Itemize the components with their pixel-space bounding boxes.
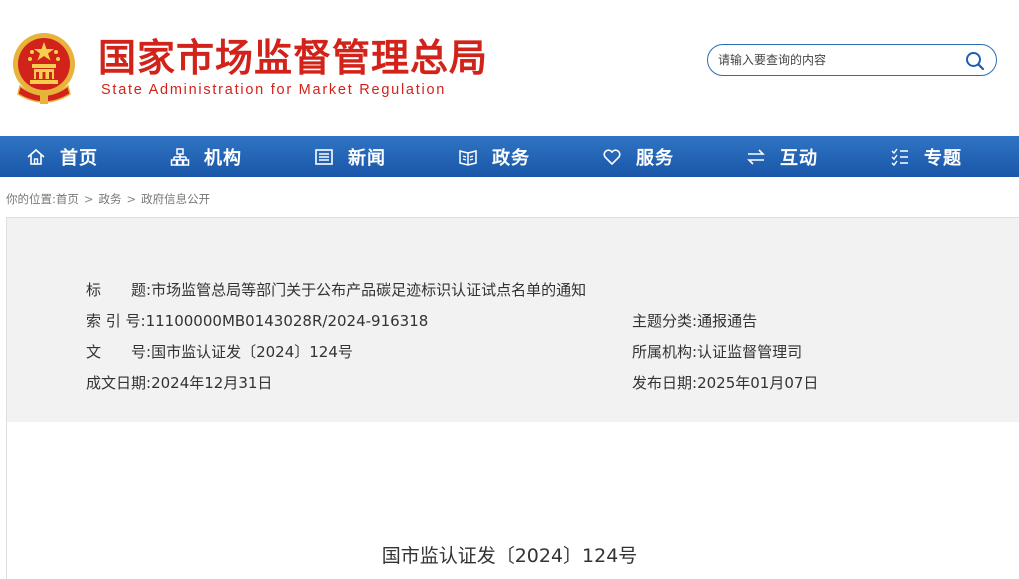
meta-published-label: 发布日期: bbox=[632, 374, 698, 392]
site-header: 国家市场监督管理总局 State Administration for Mark… bbox=[0, 0, 1019, 136]
meta-topic-label: 主题分类: bbox=[632, 312, 698, 330]
meta-docno-label: 文 号: bbox=[86, 343, 152, 361]
breadcrumb-item-info-disclosure[interactable]: 政府信息公开 bbox=[141, 192, 210, 206]
main-nav: 首页 机构 新闻 政务 服务 互动 专题 bbox=[0, 136, 1019, 177]
meta-index: 索 引 号:11100000MB0143028R/2024-916318 bbox=[86, 311, 428, 331]
nav-item-service[interactable]: 服务 bbox=[602, 136, 674, 177]
nav-item-organization[interactable]: 机构 bbox=[170, 136, 242, 177]
nav-item-interaction[interactable]: 互动 bbox=[746, 136, 818, 177]
nav-label: 专题 bbox=[924, 147, 962, 169]
breadcrumb-separator: > bbox=[126, 192, 137, 206]
nav-label: 首页 bbox=[60, 147, 98, 169]
meta-docno: 文 号:国市监认证发〔2024〕124号 bbox=[86, 342, 353, 362]
book-icon bbox=[459, 149, 477, 166]
nav-item-topics[interactable]: 专题 bbox=[890, 136, 962, 177]
home-icon bbox=[27, 148, 45, 165]
meta-topic: 主题分类:通报通告 bbox=[632, 311, 757, 331]
meta-published-value: 2025年01月07日 bbox=[697, 374, 819, 392]
breadcrumb-item-government[interactable]: 政务 bbox=[99, 192, 122, 206]
nav-item-home[interactable]: 首页 bbox=[26, 136, 98, 177]
site-title-en[interactable]: State Administration for Market Regulati… bbox=[101, 82, 446, 98]
newspaper-icon bbox=[315, 148, 333, 165]
meta-index-value: 11100000MB0143028R/2024-916318 bbox=[145, 312, 429, 330]
meta-title: 标 题:市场监管总局等部门关于公布产品碳足迹标识认证试点名单的通知 bbox=[86, 280, 586, 300]
heart-icon bbox=[603, 148, 621, 165]
meta-docno-value: 国市监认证发〔2024〕124号 bbox=[151, 343, 353, 361]
organization-icon bbox=[170, 147, 190, 166]
meta-topic-value: 通报通告 bbox=[697, 312, 758, 330]
search-box bbox=[707, 44, 997, 76]
breadcrumb-item-home[interactable]: 首页 bbox=[56, 192, 79, 206]
national-emblem-icon[interactable] bbox=[10, 28, 78, 106]
meta-published: 发布日期:2025年01月07日 bbox=[632, 373, 818, 393]
search-icon[interactable] bbox=[965, 51, 985, 71]
nav-item-news[interactable]: 新闻 bbox=[314, 136, 386, 177]
nav-label: 服务 bbox=[636, 147, 674, 169]
meta-org-value: 认证监督管理司 bbox=[697, 343, 803, 361]
nav-label: 政务 bbox=[492, 147, 530, 169]
meta-title-value: 市场监管总局等部门关于公布产品碳足迹标识认证试点名单的通知 bbox=[151, 281, 587, 299]
site-title-cn[interactable]: 国家市场监督管理总局 bbox=[98, 34, 488, 82]
nav-label: 机构 bbox=[204, 147, 242, 169]
meta-title-label: 标 题: bbox=[86, 281, 152, 299]
article-doc-number: 国市监认证发〔2024〕124号 bbox=[381, 545, 638, 567]
breadcrumb: 你的位置:首页 > 政务 > 政府信息公开 bbox=[6, 191, 210, 207]
breadcrumb-prefix: 你的位置: bbox=[6, 192, 56, 206]
meta-created-label: 成文日期: bbox=[86, 374, 152, 392]
list-icon bbox=[891, 148, 908, 166]
nav-label: 新闻 bbox=[348, 147, 386, 169]
breadcrumb-separator: > bbox=[83, 192, 94, 206]
meta-created-value: 2024年12月31日 bbox=[151, 374, 273, 392]
meta-org: 所属机构:认证监督管理司 bbox=[632, 342, 802, 362]
meta-index-label: 索 引 号: bbox=[86, 312, 146, 330]
meta-org-label: 所属机构: bbox=[632, 343, 698, 361]
exchange-icon bbox=[747, 148, 765, 165]
nav-label: 互动 bbox=[780, 147, 818, 169]
meta-created: 成文日期:2024年12月31日 bbox=[86, 373, 272, 393]
search-input[interactable] bbox=[718, 50, 958, 70]
nav-item-government[interactable]: 政务 bbox=[458, 136, 530, 177]
